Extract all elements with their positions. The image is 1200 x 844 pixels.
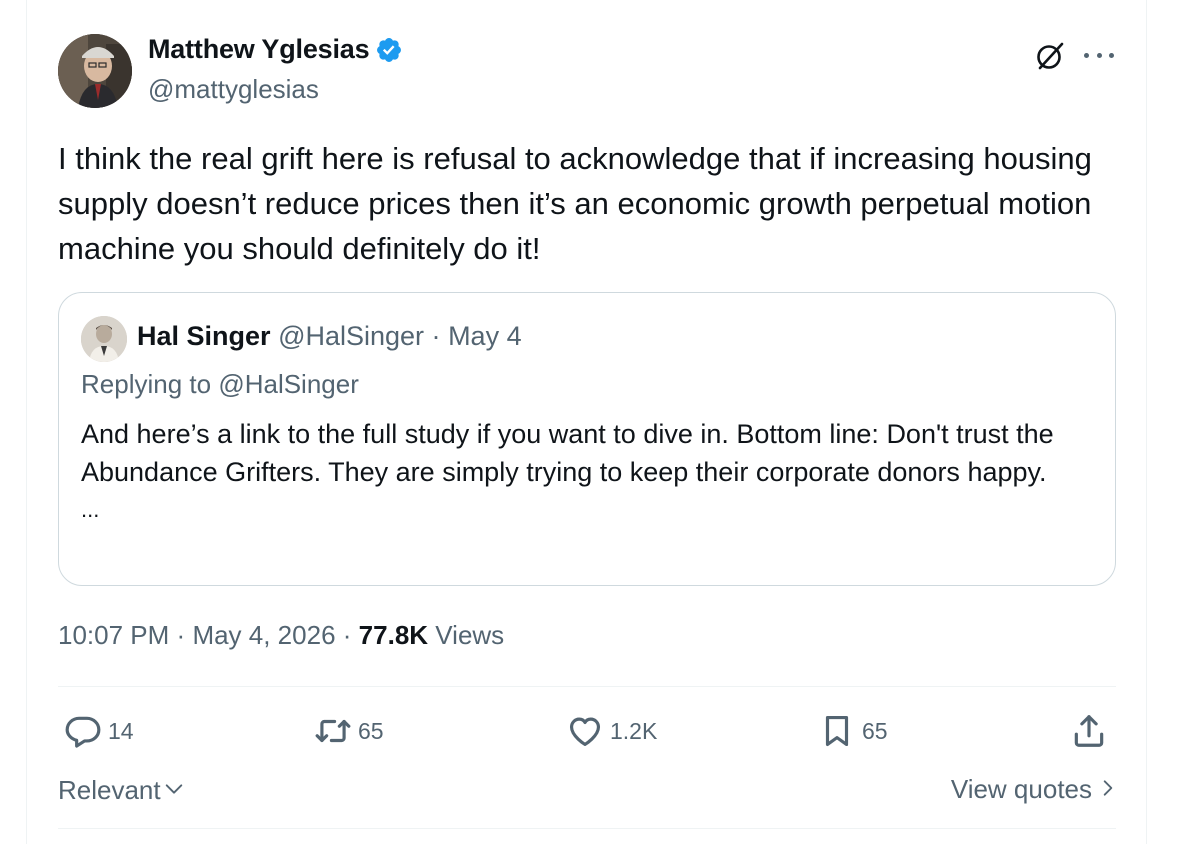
chevron-down-icon xyxy=(161,774,185,807)
repost-button[interactable]: 65 xyxy=(314,712,384,750)
column-border-left xyxy=(26,0,27,844)
replying-handle-link[interactable]: @HalSinger xyxy=(218,369,359,399)
meta-separator-1: · xyxy=(176,620,186,650)
quote-text: And here’s a link to the full study if y… xyxy=(81,415,1091,529)
share-icon xyxy=(1070,712,1108,750)
divider-bottom xyxy=(58,828,1116,829)
author-avatar[interactable] xyxy=(58,34,132,108)
reply-count: 14 xyxy=(108,717,134,744)
reply-icon xyxy=(64,712,102,750)
quote-author-name[interactable]: Hal Singer xyxy=(137,321,271,351)
quote-header: Hal Singer @HalSinger · May 4 xyxy=(137,321,522,352)
grok-icon[interactable] xyxy=(1032,38,1068,74)
reply-button[interactable]: 14 xyxy=(64,712,134,750)
bookmark-button[interactable]: 65 xyxy=(818,712,888,750)
view-quotes-label: View quotes xyxy=(950,774,1092,804)
like-button[interactable]: 1.2K xyxy=(566,712,657,750)
quote-body: And here’s a link to the full study if y… xyxy=(81,419,1054,487)
views-label: Views xyxy=(435,620,505,650)
heart-icon xyxy=(566,712,604,750)
tweet-date[interactable]: May 4, 2026 xyxy=(192,620,335,650)
more-icon[interactable] xyxy=(1084,50,1114,60)
quote-date[interactable]: May 4 xyxy=(448,321,522,351)
like-count: 1.2K xyxy=(610,717,658,744)
bookmark-icon xyxy=(818,712,856,750)
author-handle[interactable]: @mattyglesias xyxy=(148,74,319,105)
tweet-meta: 10:07 PM · May 4, 2026 · 77.8K Views xyxy=(58,620,504,651)
quote-author-handle[interactable]: @HalSinger xyxy=(278,321,424,351)
author-name-text[interactable]: Matthew Yglesias xyxy=(148,34,370,65)
tweet-time[interactable]: 10:07 PM xyxy=(58,620,169,650)
view-quotes-link[interactable]: View quotes xyxy=(951,774,1118,805)
replying-prefix: Replying to xyxy=(81,369,219,399)
tweet-text: I think the real grift here is refusal t… xyxy=(58,141,1092,266)
bookmark-count: 65 xyxy=(862,717,888,744)
divider-top xyxy=(58,686,1116,687)
meta-separator-2: · xyxy=(342,620,352,650)
sort-label: Relevant xyxy=(58,775,161,805)
quote-separator: · xyxy=(431,321,441,351)
quote-replying-to: Replying to @HalSinger xyxy=(81,369,359,400)
quote-ellipsis: ... xyxy=(81,497,100,522)
repost-icon xyxy=(314,712,352,750)
quoted-tweet[interactable]: Hal Singer @HalSinger · May 4 Replying t… xyxy=(58,292,1116,586)
repost-count: 65 xyxy=(358,717,384,744)
tweet-detail-page: Matthew Yglesias @mattyglesias I think t… xyxy=(0,0,1200,844)
sort-dropdown[interactable]: Relevant xyxy=(58,774,185,807)
column-border-right xyxy=(1146,0,1147,844)
share-button[interactable] xyxy=(1070,712,1108,750)
tweet: Matthew Yglesias @mattyglesias I think t… xyxy=(58,0,1118,844)
author-name[interactable]: Matthew Yglesias xyxy=(148,34,403,65)
verified-badge-icon[interactable] xyxy=(375,36,403,64)
chevron-right-icon xyxy=(1092,774,1118,805)
views-count: 77.8K xyxy=(358,620,429,650)
quote-author-avatar[interactable] xyxy=(81,316,127,362)
